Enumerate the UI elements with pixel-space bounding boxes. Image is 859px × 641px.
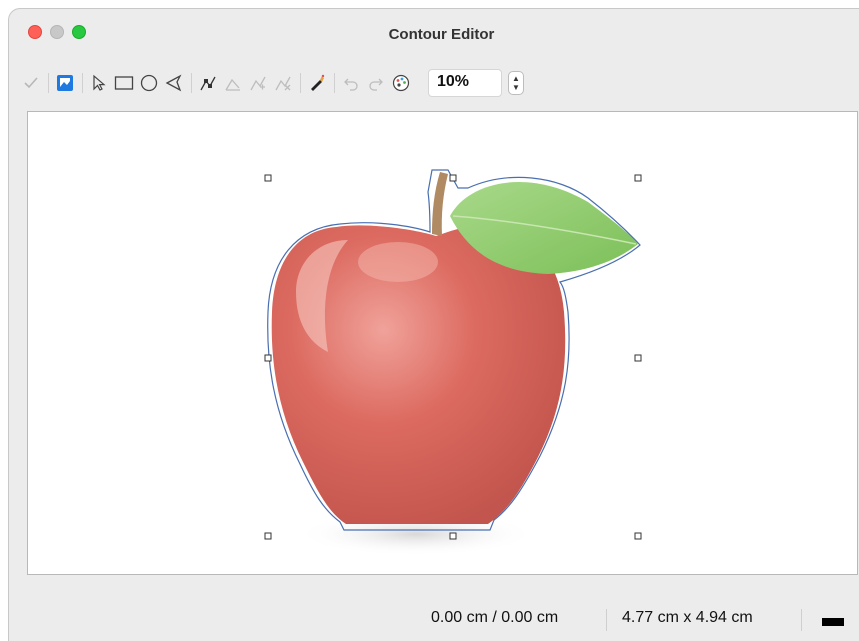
resize-handle-top-left[interactable] [264,174,272,182]
status-divider [801,609,802,631]
edit-points-icon[interactable] [196,69,220,97]
move-points-icon[interactable] [221,69,245,97]
toolbar-separator [82,73,83,93]
resize-handle-top[interactable] [449,174,457,182]
status-divider [606,609,607,631]
resize-handle-bottom-right[interactable] [634,532,642,540]
title-bar: Contour Editor [9,9,859,59]
resize-handle-bottom[interactable] [449,532,457,540]
resize-handle-left[interactable] [264,354,272,362]
workspace-icon[interactable] [53,69,77,97]
redo-icon[interactable] [364,69,388,97]
ellipse-icon[interactable] [137,69,161,97]
resize-handle-top-right[interactable] [634,174,642,182]
toolbar-separator [334,73,335,93]
resize-handle-bottom-left[interactable] [264,532,272,540]
apply-icon[interactable] [19,69,43,97]
insert-points-icon[interactable] [246,69,270,97]
delete-points-icon[interactable] [271,69,295,97]
polygon-icon[interactable] [162,69,186,97]
resize-handle-right[interactable] [634,354,642,362]
toolbar-separator [300,73,301,93]
contour-canvas[interactable] [27,111,858,575]
undo-icon[interactable] [339,69,363,97]
selection-size: 4.77 cm x 4.94 cm [622,609,753,626]
window-title: Contour Editor [388,25,495,43]
zoom-control: 10% ▲ ▼ [428,69,524,97]
zoom-stepper[interactable]: ▲ ▼ [508,71,524,95]
stepper-up-icon[interactable]: ▲ [512,74,520,83]
maximize-window-button[interactable] [72,25,86,39]
toolbar-separator [191,73,192,93]
apple-image [267,169,641,556]
autocontour-icon[interactable] [305,69,329,97]
status-bar: 0.00 cm / 0.00 cm 4.77 cm x 4.94 cm [9,599,859,639]
close-window-button[interactable] [28,25,42,39]
color-swatch [822,618,844,626]
contour-editor-window: Contour Editor 10% ▲ ▼ 0.00 cm / 0.00 cm… [8,8,859,641]
stepper-down-icon[interactable]: ▼ [512,83,520,92]
rectangle-icon[interactable] [112,69,136,97]
toolbar: 10% ▲ ▼ [9,59,859,107]
cursor-position: 0.00 cm / 0.00 cm [431,609,559,626]
pipette-icon[interactable] [389,69,413,97]
window-controls [28,25,86,39]
select-icon[interactable] [87,69,111,97]
toolbar-separator [48,73,49,93]
minimize-window-button[interactable] [50,25,64,39]
zoom-input[interactable]: 10% [428,69,502,97]
